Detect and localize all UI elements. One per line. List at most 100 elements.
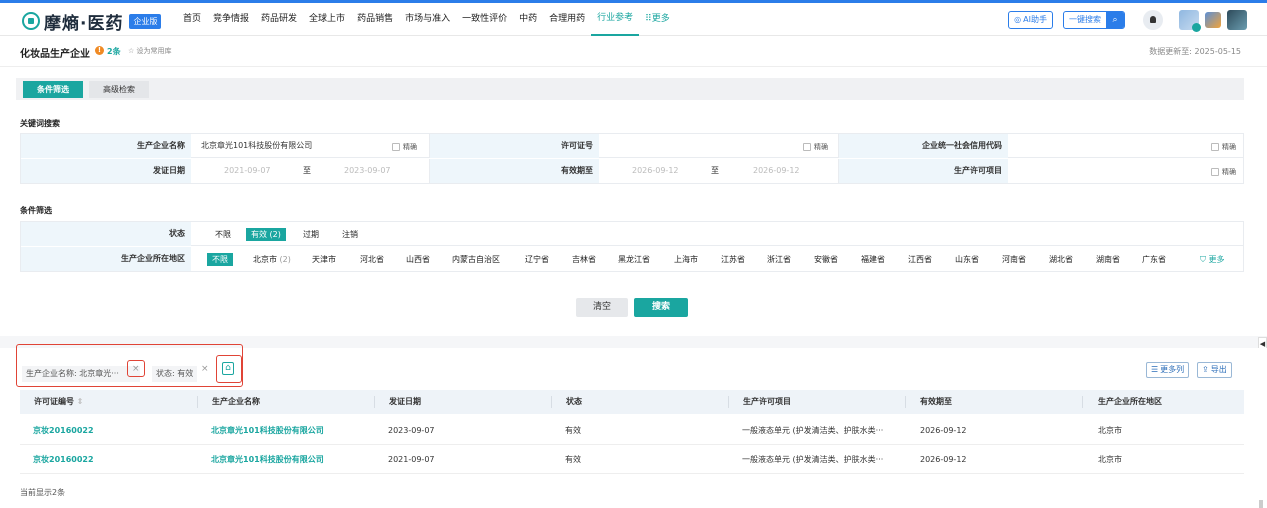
issue-date-to[interactable]: 2023-09-07 xyxy=(344,159,391,183)
chip-close-icon[interactable]: × xyxy=(132,364,140,374)
status-option-valid[interactable]: 有效 (2) xyxy=(246,228,286,241)
cell-region: 北京市 xyxy=(1098,455,1122,464)
nav-item[interactable]: 竞争情报 xyxy=(207,3,255,36)
region-row: 生产企业所在地区 不限 北京市 (2) 天津市 河北省 山西省 内蒙古自治区 辽… xyxy=(21,247,1243,271)
region-option[interactable]: 浙江省 xyxy=(767,254,791,265)
nav-more-label: 更多 xyxy=(651,14,670,24)
nav-item-active[interactable]: 行业参考 xyxy=(591,3,640,36)
region-option-all[interactable]: 不限 xyxy=(207,253,233,266)
nav-item[interactable]: 药品研发 xyxy=(255,3,303,36)
table-row[interactable]: 京妆20160022 北京章光101科技股份有限公司 2023-09-07 有效… xyxy=(20,416,1244,445)
sort-icon[interactable]: ⇕ xyxy=(77,397,84,406)
col-divider xyxy=(905,396,906,408)
license-no-input[interactable] xyxy=(603,134,803,156)
nav-item[interactable]: 市场与准入 xyxy=(399,3,456,36)
region-beijing-label: 北京市 xyxy=(253,255,277,264)
license-item-label: 生产许可项目 xyxy=(838,159,1008,183)
cell-status: 有效 xyxy=(565,455,581,464)
region-option[interactable]: 山西省 xyxy=(406,254,430,265)
status-option-all[interactable]: 不限 xyxy=(215,229,231,240)
region-option[interactable]: 福建省 xyxy=(861,254,885,265)
vip-icon[interactable] xyxy=(1179,10,1201,32)
col-divider xyxy=(551,396,552,408)
cell-license-no[interactable]: 京妆20160022 xyxy=(33,445,94,474)
table-header: 许可证编号 ⇕ 生产企业名称 发证日期 状态 生产许可项目 有效期至 生产企业所… xyxy=(20,390,1244,414)
export-button[interactable]: ⇪ 导出 xyxy=(1197,362,1232,378)
status-option-expired[interactable]: 过期 xyxy=(303,229,319,240)
status-valid-count: (2) xyxy=(269,230,281,239)
tab-advanced-search[interactable]: 高级检索 xyxy=(89,81,149,98)
region-option[interactable]: 湖南省 xyxy=(1096,254,1120,265)
app-icon[interactable] xyxy=(1205,12,1221,28)
region-option[interactable]: 广东省 xyxy=(1142,254,1166,265)
valid-until-to[interactable]: 2026-09-12 xyxy=(753,159,800,183)
result-count: 2条 xyxy=(107,47,121,56)
filter-chip-company: 生产企业名称: 北京章光··· xyxy=(22,366,140,382)
logo[interactable]: 摩熵·医药 企业版 xyxy=(22,9,162,34)
tab-condition-filter[interactable]: 条件筛选 xyxy=(23,81,83,98)
region-option-beijing[interactable]: 北京市 (2) xyxy=(253,254,291,265)
cell-license-no[interactable]: 京妆20160022 xyxy=(33,416,94,445)
set-favorite-link[interactable]: ☆ 设为常用库 xyxy=(128,46,172,56)
cell-company[interactable]: 北京章光101科技股份有限公司 xyxy=(211,445,324,474)
region-option[interactable]: 河南省 xyxy=(1002,254,1026,265)
more-columns-button[interactable]: ☰ 更多列 xyxy=(1146,362,1190,378)
status-option-cancelled[interactable]: 注销 xyxy=(342,229,358,240)
keyword-section-title: 关键词搜索 xyxy=(20,119,60,128)
clear-button[interactable]: 清空 xyxy=(576,298,628,317)
clear-filters-icon[interactable]: ⌂ xyxy=(222,362,234,375)
col-divider xyxy=(1082,396,1083,408)
condition-section-title: 条件筛选 xyxy=(20,206,52,215)
region-option[interactable]: 湖北省 xyxy=(1049,254,1073,265)
col-header-label: 许可证编号 xyxy=(34,397,74,406)
info-icon[interactable]: ! xyxy=(95,46,104,55)
nav-item[interactable]: 全球上市 xyxy=(303,3,351,36)
issue-date-from[interactable]: 2021-09-07 xyxy=(224,159,271,183)
nav-item[interactable]: 一致性评价 xyxy=(456,3,513,36)
valid-until-from[interactable]: 2026-09-12 xyxy=(632,159,679,183)
region-option[interactable]: 黑龙江省 xyxy=(618,254,650,265)
company-name-input[interactable]: 北京章光101科技股份有限公司 xyxy=(201,134,312,158)
condition-grid: 状态 不限 有效 (2) 过期 注销 生产企业所在地区 不限 北京市 (2) 天… xyxy=(20,221,1244,272)
status-valid-label: 有效 xyxy=(251,230,267,239)
table-row[interactable]: 京妆20160022 北京章光101科技股份有限公司 2021-09-07 有效… xyxy=(20,445,1244,474)
region-option[interactable]: 吉林省 xyxy=(572,254,596,265)
credit-code-input[interactable] xyxy=(1013,134,1203,156)
license-item-input[interactable] xyxy=(1013,159,1203,181)
avatar[interactable] xyxy=(1227,10,1247,30)
region-option[interactable]: 辽宁省 xyxy=(525,254,549,265)
ai-assistant-button[interactable]: ◎ AI助手 xyxy=(1008,11,1053,29)
cell-company[interactable]: 北京章光101科技股份有限公司 xyxy=(211,416,324,445)
notification-bell-icon[interactable] xyxy=(1143,10,1163,30)
region-option[interactable]: 河北省 xyxy=(360,254,384,265)
credit-exact-checkbox[interactable]: 精确 xyxy=(1211,142,1236,152)
region-beijing-count: (2) xyxy=(279,255,291,264)
nav-item[interactable]: 中药 xyxy=(513,3,543,36)
region-option[interactable]: 内蒙古自治区 xyxy=(452,254,500,265)
region-more-link[interactable]: ⛉ 更多 xyxy=(1200,254,1225,265)
item-exact-checkbox[interactable]: 精确 xyxy=(1211,167,1236,177)
nav-item[interactable]: 药品销售 xyxy=(351,3,399,36)
quick-search-button[interactable]: 一键搜索 ⌕ xyxy=(1063,11,1125,29)
logo-text: 摩熵·医药 xyxy=(44,13,124,34)
nav-item[interactable]: 首页 xyxy=(177,3,207,36)
region-option[interactable]: 天津市 xyxy=(312,254,336,265)
nav-more[interactable]: ⠿更多 xyxy=(639,3,676,36)
chip-close-icon[interactable]: × xyxy=(201,364,209,374)
region-option[interactable]: 江苏省 xyxy=(721,254,745,265)
region-option[interactable]: 上海市 xyxy=(674,254,698,265)
keyword-row-1: 生产企业名称 北京章光101科技股份有限公司 精确 许可证号 精确 企业统一社会… xyxy=(21,134,1243,158)
region-option[interactable]: 江西省 xyxy=(908,254,932,265)
export-icon: ⇪ xyxy=(1202,365,1209,374)
cell-region: 北京市 xyxy=(1098,426,1122,435)
region-option[interactable]: 安徽省 xyxy=(814,254,838,265)
cell-valid-until: 2026-09-12 xyxy=(920,426,967,435)
scrollbar[interactable] xyxy=(1259,500,1263,508)
search-button[interactable]: 搜索 xyxy=(634,298,688,317)
nav-item[interactable]: 合理用药 xyxy=(543,3,591,36)
company-exact-checkbox[interactable]: 精确 xyxy=(392,142,417,152)
col-license-no[interactable]: 许可证编号 ⇕ xyxy=(34,390,84,414)
col-valid-until: 有效期至 xyxy=(920,397,952,406)
license-exact-checkbox[interactable]: 精确 xyxy=(803,142,828,152)
region-option[interactable]: 山东省 xyxy=(955,254,979,265)
